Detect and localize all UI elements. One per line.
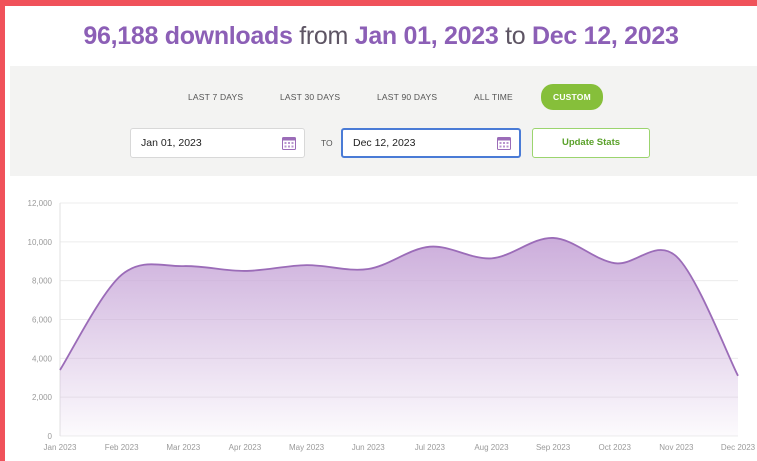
title-end-date: Dec 12, 2023 (532, 22, 679, 50)
title-start-date: Jan 01, 2023 (354, 22, 499, 50)
update-stats-button[interactable]: Update Stats (532, 128, 650, 158)
x-tick-label: Apr 2023 (229, 443, 262, 452)
download-count: 96,188 downloads (83, 22, 293, 50)
calendar-icon[interactable] (497, 136, 511, 150)
page-title: 96,188 downloads from Jan 01, 2023 to De… (5, 16, 757, 56)
tab-last-7-days[interactable]: LAST 7 DAYS (188, 86, 243, 108)
x-tick-label: Oct 2023 (598, 443, 631, 452)
calendar-icon[interactable] (282, 136, 296, 150)
x-axis: Jan 2023 Feb 2023 Mar 2023 Apr 2023 May 2023… (44, 443, 756, 452)
x-tick-label: Feb 2023 (105, 443, 139, 452)
x-tick-label: Aug 2023 (474, 443, 509, 452)
end-date-value: Dec 12, 2023 (353, 137, 416, 149)
x-tick-label: Jun 2023 (352, 443, 385, 452)
y-tick-label: 0 (48, 432, 53, 441)
page-frame: 96,188 downloads from Jan 01, 2023 to De… (5, 6, 757, 461)
x-tick-label: Nov 2023 (659, 443, 694, 452)
x-tick-label: Mar 2023 (166, 443, 200, 452)
area-chart: 0 2,000 4,000 6,000 8,000 10,000 12,000 Jan 20… (28, 199, 756, 452)
y-axis: 0 2,000 4,000 6,000 8,000 10,000 12,000 (28, 199, 53, 441)
series-area (60, 237, 738, 436)
tab-last-90-days[interactable]: LAST 90 DAYS (377, 86, 437, 108)
x-tick-label: Dec 2023 (721, 443, 756, 452)
to-word: to (505, 22, 526, 50)
y-tick-label: 12,000 (28, 199, 53, 208)
x-tick-label: Jul 2023 (415, 443, 446, 452)
tab-custom[interactable]: CUSTOM (541, 84, 603, 110)
tab-last-30-days[interactable]: LAST 30 DAYS (280, 86, 340, 108)
downloads-chart: 0 2,000 4,000 6,000 8,000 10,000 12,000 Jan 20… (5, 181, 757, 461)
start-date-value: Jan 01, 2023 (141, 137, 202, 149)
tab-all-time[interactable]: ALL TIME (474, 86, 513, 108)
y-tick-label: 10,000 (28, 238, 53, 247)
y-tick-label: 2,000 (32, 393, 53, 402)
y-tick-label: 8,000 (32, 277, 53, 286)
start-date-field[interactable]: Jan 01, 2023 (130, 128, 305, 158)
y-tick-label: 4,000 (32, 354, 53, 363)
filter-panel: LAST 7 DAYS LAST 30 DAYS LAST 90 DAYS AL… (10, 66, 757, 176)
x-tick-label: Sep 2023 (536, 443, 571, 452)
x-tick-label: May 2023 (289, 443, 325, 452)
range-tabs: LAST 7 DAYS LAST 30 DAYS LAST 90 DAYS AL… (10, 84, 757, 110)
x-tick-label: Jan 2023 (44, 443, 77, 452)
end-date-field[interactable]: Dec 12, 2023 (341, 128, 521, 158)
to-label: TO (321, 138, 333, 148)
from-word: from (299, 22, 349, 50)
y-tick-label: 6,000 (32, 316, 53, 325)
